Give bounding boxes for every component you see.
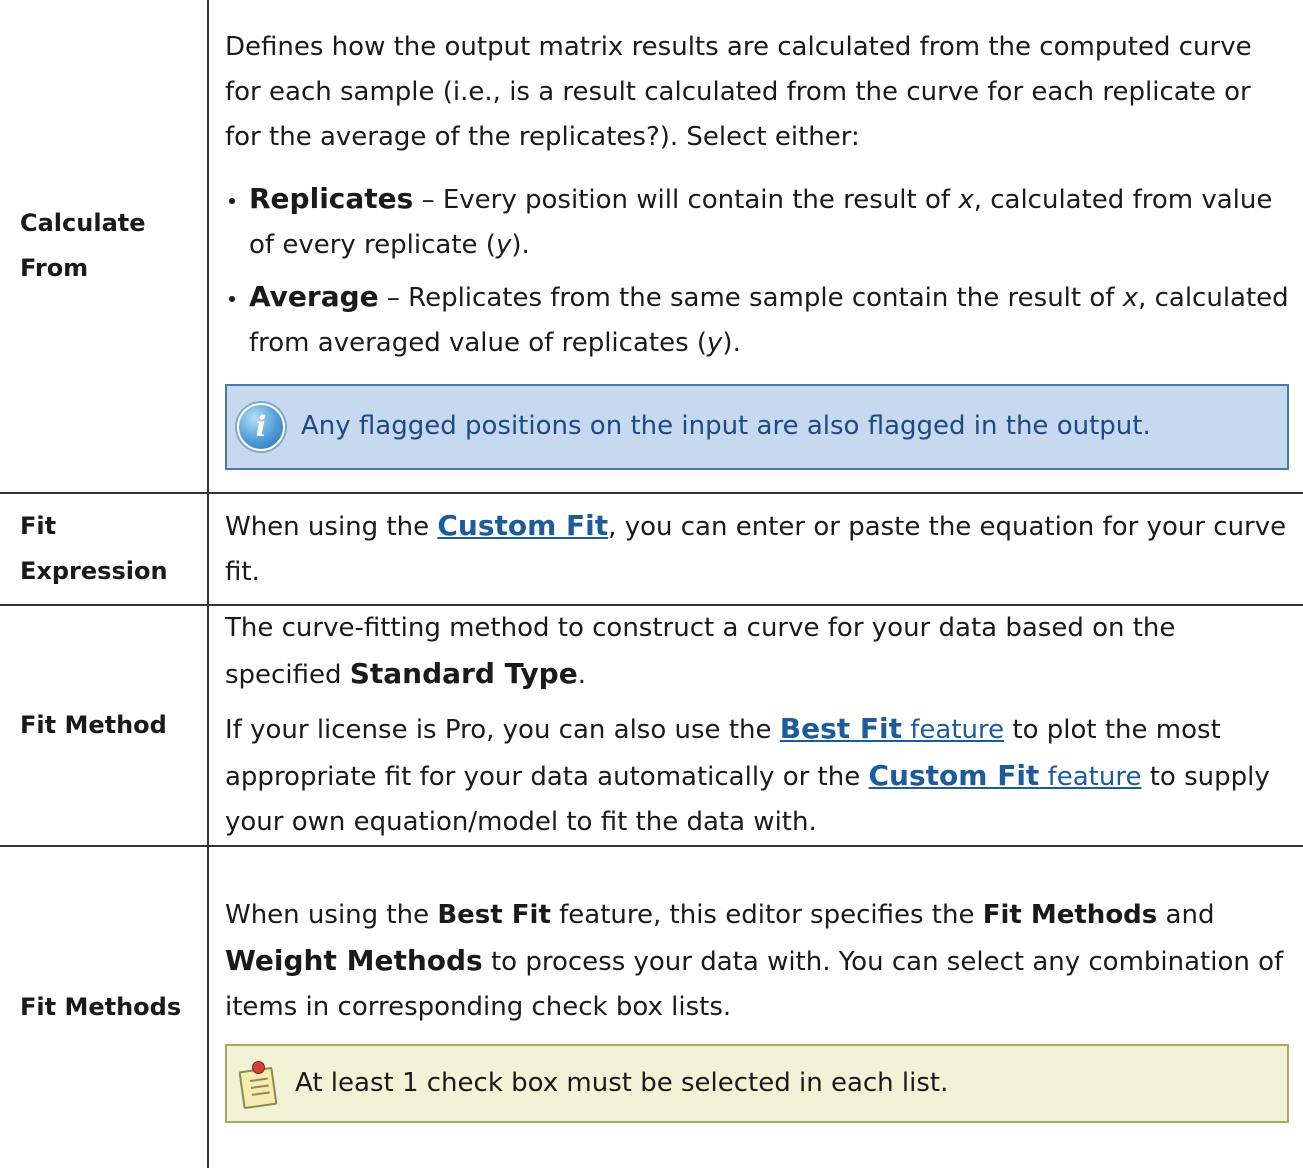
option-text: – Replicates from the same sample contai…	[378, 282, 1123, 313]
desc-fit-expression: When using the Custom Fit, you can enter…	[207, 492, 1303, 606]
link-rest-part: feature	[902, 715, 1005, 745]
option-title: Replicates	[249, 181, 414, 215]
row-fit-expression: Fit Expression When using the Custom Fit…	[0, 492, 1303, 606]
text-segment: .	[577, 660, 586, 690]
desc-fit-methods: When using the Best Fit feature, this ed…	[207, 845, 1303, 1168]
term-fit-expression: Fit Expression	[0, 492, 209, 606]
link-bold-part: Best Fit	[779, 712, 902, 745]
option-average: Average – Replicates from the same sampl…	[225, 274, 1289, 366]
variable-x: x	[958, 184, 974, 215]
calculate-from-intro: Defines how the output matrix results ar…	[225, 31, 1252, 152]
standard-type-term: Standard Type	[349, 657, 578, 690]
text-segment: feature, this editor specifies the	[550, 899, 983, 930]
fit-method-pro-paragraph: If your license is Pro, you can also use…	[225, 706, 1289, 845]
option-text: – Every position will contain the result…	[413, 184, 959, 215]
term-calculate-from: Calculate From	[0, 0, 209, 494]
desc-calculate-from: Defines how the output matrix results ar…	[207, 0, 1303, 494]
calculate-from-options: Replicates – Every position will contain…	[225, 176, 1289, 366]
weight-methods-term: Weight Methods	[225, 943, 483, 977]
variable-y: y	[495, 229, 512, 260]
link-bold-part: Custom Fit	[868, 759, 1040, 792]
info-callout: i Any flagged positions on the input are…	[225, 383, 1289, 470]
option-title: Average	[249, 279, 379, 313]
row-fit-method: Fit Method The curve-fitting method to c…	[0, 604, 1303, 847]
row-fit-methods: Fit Methods When using the Best Fit feat…	[0, 845, 1303, 1168]
note-callout: At least 1 check box must be selected in…	[225, 1043, 1289, 1123]
variable-y: y	[707, 327, 723, 358]
note-icon	[238, 1061, 279, 1110]
text-segment: and	[1157, 899, 1215, 930]
properties-table: Calculate From Defines how the output ma…	[0, 0, 1303, 1168]
fit-expression-text: When using the Custom Fit, you can enter…	[225, 503, 1289, 595]
fit-methods-text: When using the Best Fit feature, this ed…	[225, 893, 1289, 1030]
info-callout-text: Any flagged positions on the input are a…	[301, 411, 1151, 441]
note-callout-text: At least 1 check box must be selected in…	[295, 1067, 949, 1098]
desc-fit-method: The curve-fitting method to construct a …	[207, 604, 1303, 847]
best-fit-term: Best Fit	[437, 899, 551, 930]
info-icon: i	[237, 402, 285, 451]
fit-method-paragraph: The curve-fitting method to construct a …	[225, 606, 1289, 698]
term-fit-method: Fit Method	[0, 604, 209, 847]
text-segment: When using the	[225, 512, 438, 542]
link-rest-part: feature	[1039, 762, 1142, 792]
custom-fit-feature-link[interactable]: Custom Fit feature	[868, 759, 1142, 792]
option-replicates: Replicates – Every position will contain…	[225, 176, 1289, 268]
row-calculate-from: Calculate From Defines how the output ma…	[0, 0, 1303, 494]
variable-x: x	[1122, 282, 1139, 313]
custom-fit-link[interactable]: Custom Fit	[437, 509, 608, 542]
text-segment: If your license is Pro, you can also use…	[225, 715, 780, 745]
text-segment: When using the	[225, 899, 438, 930]
fit-methods-term: Fit Methods	[982, 899, 1158, 930]
option-text: ).	[511, 229, 530, 260]
best-fit-feature-link[interactable]: Best Fit feature	[779, 712, 1005, 745]
option-text: ).	[722, 327, 741, 358]
term-fit-methods: Fit Methods	[0, 845, 209, 1168]
